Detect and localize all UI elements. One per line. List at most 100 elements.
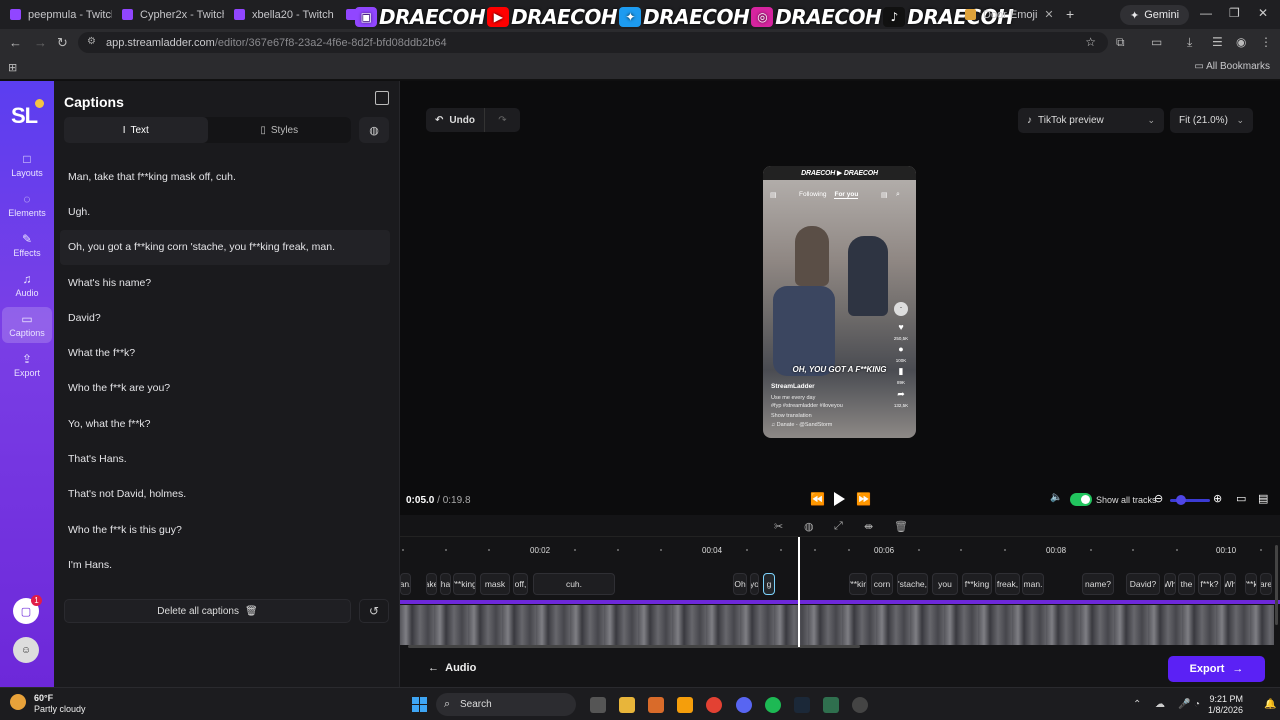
captions-track-icon[interactable]: ▭ [1236, 492, 1246, 505]
site-info-icon[interactable]: ⚙ [87, 36, 96, 47]
palette-icon[interactable]: ◍ [359, 117, 389, 143]
caption-item[interactable]: Who the f**k is this guy? [60, 512, 390, 547]
chrome-icon[interactable] [706, 697, 722, 713]
reload-icon[interactable]: ↻ [57, 35, 68, 51]
task-view-icon[interactable] [590, 697, 606, 713]
caption-item[interactable]: What's his name? [60, 265, 390, 300]
reset-icon[interactable]: ↺ [359, 599, 389, 623]
style-palette-icon[interactable]: ◍ [804, 520, 814, 533]
address-bar[interactable]: ⚙ app.streamladder.com/editor/367e67f8-2… [78, 32, 1108, 53]
caption-word-chip[interactable]: f**king [962, 573, 992, 595]
app-icon[interactable] [648, 697, 664, 713]
split-scissors-icon[interactable]: ✂ [774, 520, 783, 533]
reading-list-icon[interactable]: ☰ [1212, 35, 1223, 49]
tray-chevron-icon[interactable]: ⌃ [1133, 699, 1141, 710]
caption-item[interactable]: I'm Hans. [60, 547, 390, 582]
audio-back-button[interactable]: ← Audio [428, 662, 476, 674]
caption-item[interactable]: Who the f**k are you? [60, 371, 390, 406]
caption-word-chip[interactable]: David? [1126, 573, 1160, 595]
caption-word-chip[interactable]: cuh. [533, 573, 615, 595]
align-icon[interactable]: ⇼ [864, 520, 873, 533]
preview-mode-select[interactable]: ♪ TikTok preview ⌄ [1018, 108, 1164, 133]
cast-icon[interactable]: ▭ [1151, 35, 1162, 49]
onedrive-icon[interactable]: ☁ [1155, 699, 1165, 710]
caption-item[interactable]: David? [60, 300, 390, 335]
layout-track[interactable] [400, 600, 1280, 604]
caption-word-chip[interactable]: f**k? [1198, 573, 1221, 595]
show-all-tracks-toggle[interactable] [1070, 493, 1092, 506]
volume-icon[interactable]: 🔈 [1050, 492, 1062, 503]
caption-item[interactable]: Ugh. [60, 194, 390, 229]
caption-word-chip[interactable]: ake [426, 573, 437, 595]
caption-word-chip[interactable]: Wh [1224, 573, 1236, 595]
app-icon[interactable] [677, 697, 693, 713]
layout-track-icon[interactable]: ▤ [1258, 492, 1268, 505]
collapse-panel-icon[interactable] [375, 91, 389, 105]
sidebar-item-audio[interactable]: ♫ Audio [2, 267, 52, 303]
zoom-out-icon[interactable]: ⊖ [1154, 492, 1163, 505]
undo-button[interactable]: ↶ Undo [426, 108, 485, 132]
close-window-icon[interactable]: ✕ [1258, 6, 1268, 20]
extensions-icon[interactable]: ⧉ [1116, 35, 1125, 50]
caption-word-chip[interactable]: off, [513, 573, 528, 595]
all-bookmarks-button[interactable]: ▭ All Bookmarks [1194, 61, 1270, 72]
discord-icon[interactable] [736, 697, 752, 713]
expand-icon[interactable]: ⤢ [834, 520, 843, 533]
caption-word-chip[interactable]: ha [440, 573, 451, 595]
tab-styles[interactable]: ▯ Styles [208, 117, 352, 143]
zoom-in-icon[interactable]: ⊕ [1213, 492, 1222, 505]
caption-item[interactable]: That's Hans. [60, 441, 390, 476]
restore-icon[interactable]: ❐ [1229, 6, 1240, 20]
caption-word-chip[interactable]: f**kin [849, 573, 867, 595]
app-icon[interactable] [852, 697, 868, 713]
caption-word-chip[interactable]: f**k [1245, 573, 1257, 595]
caption-word-chip[interactable]: Wh [1164, 573, 1176, 595]
caption-word-chip[interactable]: freak, [995, 573, 1020, 595]
user-avatar[interactable]: ☺ [13, 637, 39, 663]
spotify-icon[interactable] [765, 697, 781, 713]
caption-word-chip[interactable]: 'stache, [897, 573, 928, 595]
caption-item[interactable]: That's not David, holmes. [60, 477, 390, 512]
microphone-icon[interactable]: 🎤 [1178, 699, 1190, 710]
browser-tab[interactable]: peepmula - Twitch✕ [0, 0, 112, 29]
streamladder-logo[interactable]: SL [11, 103, 38, 129]
browser-tab[interactable]: Cypher2x - Twitch✕ [112, 0, 224, 29]
zoom-slider-handle[interactable] [1176, 495, 1186, 505]
sidebar-item-layouts[interactable]: □ Layouts [2, 147, 52, 183]
caption-word-chip-selected[interactable]: g [763, 573, 775, 595]
caption-item[interactable]: What the f**k? [60, 335, 390, 370]
caption-word-chip[interactable]: an. [400, 573, 411, 595]
file-explorer-icon[interactable] [619, 697, 635, 713]
taskbar-search[interactable]: ⌕ Search [436, 693, 576, 716]
delete-all-captions-button[interactable]: Delete all captions 🗑 [64, 599, 351, 623]
zoom-fit-select[interactable]: Fit (21.0%) ⌄ [1170, 108, 1253, 133]
caption-word-chip[interactable]: the [1178, 573, 1195, 595]
browser-tab[interactable]: xbella20 - Twitch✕ [224, 0, 336, 29]
sidebar-item-captions[interactable]: ▭ Captions [2, 307, 52, 343]
app-icon[interactable] [823, 697, 839, 713]
caption-word-chip[interactable]: you [932, 573, 958, 595]
trash-icon[interactable]: 🗑 [894, 520, 908, 533]
profile-icon[interactable]: ◉ [1236, 35, 1246, 49]
steam-icon[interactable] [794, 697, 810, 713]
skip-back-icon[interactable]: ⏪ [810, 492, 825, 506]
caption-word-chip[interactable]: f**king [453, 573, 476, 595]
caption-word-chip[interactable]: are [1260, 573, 1272, 595]
bookmark-star-icon[interactable]: ☆ [1085, 35, 1096, 49]
wifi-icon[interactable]: ◔ [1194, 699, 1200, 710]
caption-word-chip[interactable]: Oh [733, 573, 747, 595]
clock[interactable]: 9:21 PM 1/8/2026 [1208, 694, 1243, 716]
caption-item[interactable]: Man, take that f**king mask off, cuh. [60, 159, 390, 194]
sidebar-item-export[interactable]: ⇪ Export [2, 347, 52, 383]
caption-word-chip[interactable]: name? [1082, 573, 1114, 595]
back-icon[interactable]: ← [9, 35, 22, 50]
caption-word-chip[interactable]: yo [750, 573, 759, 595]
skip-forward-icon[interactable]: ⏩ [856, 492, 871, 506]
gemini-button[interactable]: ✦ Gemini [1120, 5, 1190, 25]
sidebar-item-effects[interactable]: ✎ Effects [2, 227, 52, 263]
caption-item[interactable]: Yo, what the f**k? [60, 406, 390, 441]
caption-word-chip[interactable]: mask [480, 573, 510, 595]
export-button[interactable]: Export → [1168, 656, 1265, 682]
apps-icon[interactable]: ⊞ [8, 61, 17, 74]
menu-icon[interactable]: ⋮ [1260, 35, 1272, 49]
